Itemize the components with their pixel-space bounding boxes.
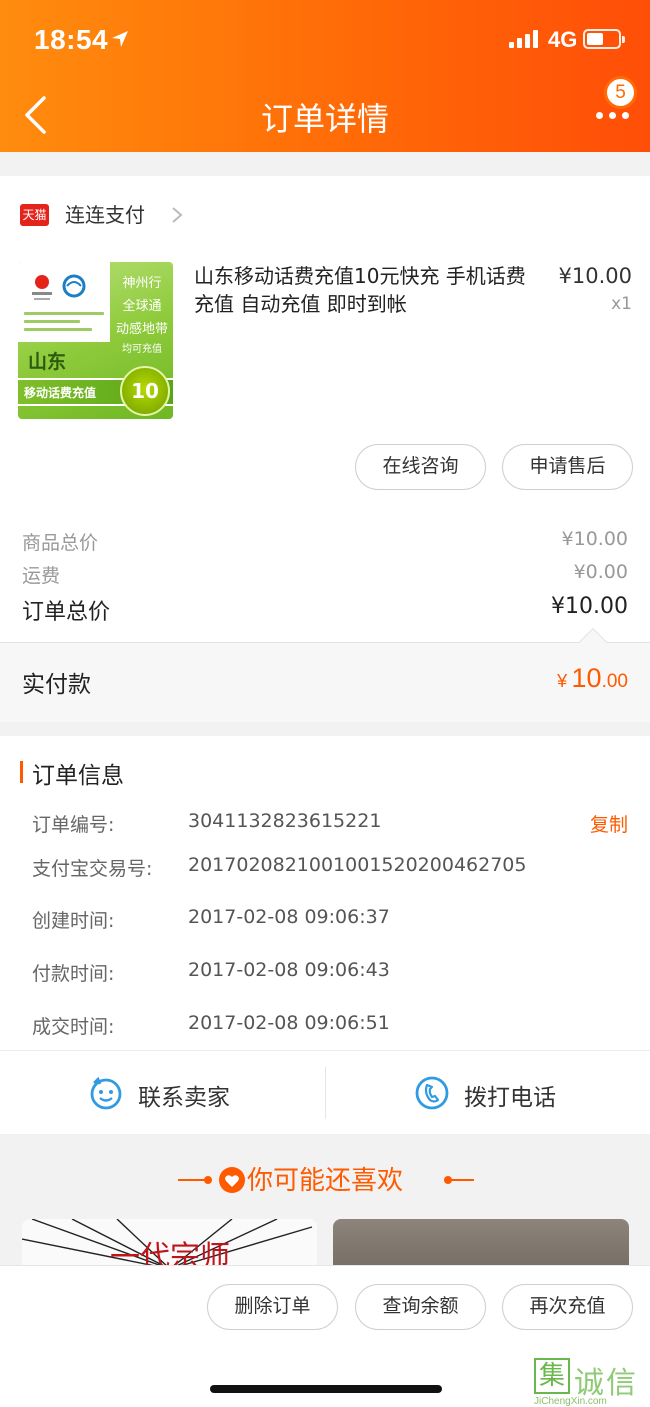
phone-icon [415, 1076, 449, 1110]
contact-row: 联系卖家 拨打电话 [0, 1050, 650, 1134]
alipay-trade-value: 2017020821001001520200462705 [188, 854, 527, 876]
header: 18:54 4G 订单详情 5 [0, 0, 650, 152]
product-image-brands: 神州行 全球通 动感地带 均可充值 [115, 276, 168, 355]
location-arrow-icon [112, 31, 128, 47]
paid-amount-bar: 实付款 ¥ 10.00 [0, 627, 650, 722]
order-number-label: 订单编号: [32, 814, 115, 836]
order-total-value: ¥10.00 [551, 594, 628, 619]
status-time: 18:54 [34, 24, 109, 55]
section-accent [20, 761, 23, 783]
chevron-right-icon [172, 207, 183, 223]
order-info-title: 订单信息 [32, 763, 124, 789]
created-time-label: 创建时间: [32, 910, 115, 932]
store-row[interactable]: 天猫 连连支付 [20, 200, 320, 230]
contact-seller-button[interactable]: 联系卖家 [0, 1051, 325, 1135]
call-phone-label: 拨打电话 [464, 1085, 556, 1111]
product-image[interactable]: 神州行 全球通 动感地带 均可充值 山东 移动话费充值 10 [18, 262, 173, 419]
recommend-card[interactable] [333, 1219, 629, 1269]
battery-icon [583, 29, 625, 49]
after-sale-button[interactable]: 申请售后 [502, 444, 633, 490]
goods-total-label: 商品总价 [22, 532, 99, 554]
product-image-logos [18, 262, 110, 342]
product-quantity: x1 [611, 294, 632, 314]
goods-total-value: ¥10.00 [561, 528, 628, 550]
recharge-again-button[interactable]: 再次充值 [502, 1284, 633, 1330]
check-balance-button[interactable]: 查询余额 [355, 1284, 486, 1330]
olympic-logo-icon [32, 275, 52, 300]
network-type: 4G [548, 27, 578, 52]
chat-face-icon [90, 1076, 122, 1110]
paid-time-value: 2017-02-08 09:06:43 [188, 959, 390, 981]
rec-divider-right [450, 1179, 474, 1181]
tmall-logo: 天猫 [20, 204, 49, 226]
shipping-value: ¥0.00 [573, 561, 628, 583]
call-phone-button[interactable]: 拨打电话 [326, 1051, 650, 1135]
contact-seller-label: 联系卖家 [138, 1085, 230, 1111]
copy-button[interactable]: 复制 [590, 810, 628, 837]
recommend-card[interactable]: 一代宗师 [22, 1219, 317, 1269]
deal-time-label: 成交时间: [32, 1016, 115, 1038]
signal-icon [509, 30, 541, 48]
paid-time-label: 付款时间: [32, 963, 115, 985]
shipping-label: 运费 [22, 565, 61, 587]
product-image-province: 山东 [28, 351, 67, 373]
created-time-value: 2017-02-08 09:06:37 [188, 906, 390, 928]
store-name: 连连支付 [65, 203, 145, 227]
china-mobile-logo-icon [62, 274, 86, 298]
notification-badge: 5 [604, 76, 637, 109]
page-title: 订单详情 [260, 100, 389, 138]
order-number-value: 3041132823615221 [188, 810, 382, 832]
recommend-card-image: 一代宗师 [22, 1219, 313, 1269]
order-total-label: 订单总价 [22, 600, 111, 625]
product-title[interactable]: 山东移动话费充值10元快充 手机话费充值 自动充值 即时到帐 [194, 262, 534, 318]
deal-time-value: 2017-02-08 09:06:51 [188, 1012, 390, 1034]
product-image-amount: 10 [120, 366, 170, 416]
paid-value: ¥ 10.00 [557, 663, 628, 693]
delete-order-button[interactable]: 删除订单 [207, 1284, 338, 1330]
paid-label: 实付款 [22, 672, 91, 698]
watermark: 集 诚信 JiChengXin.com [534, 1358, 650, 1407]
product-price: ¥10.00 [558, 264, 632, 288]
consult-button[interactable]: 在线咨询 [355, 444, 486, 490]
alipay-trade-label: 支付宝交易号: [32, 858, 153, 880]
home-indicator[interactable] [210, 1385, 442, 1393]
recommend-title: 你可能还喜欢 [246, 1166, 403, 1196]
status-bar: 18:54 4G [0, 0, 650, 80]
